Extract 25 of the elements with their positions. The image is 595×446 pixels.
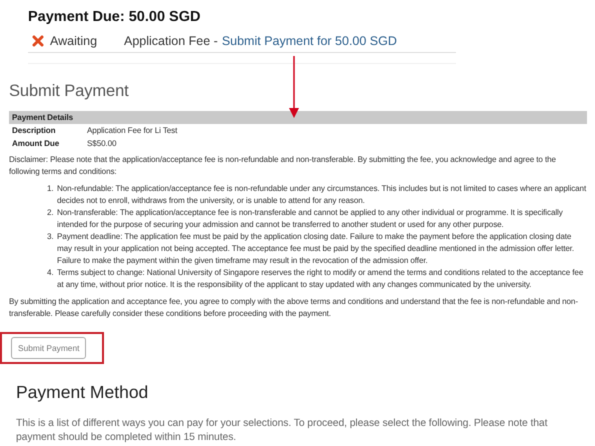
payment-due-title: Payment Due: 50.00 SGD [28,9,202,25]
fee-label: Application Fee - [124,34,218,48]
term-item: Payment deadline: The application fee must be paid by the application closing date. Failure to make the payment before the application closing date may result in your application not being accepted. The acceptance fee must be paid by the specified deadline mentioned in the admission offer letter. Failure to make the payment within the given timeframe may result in the revocation of the admission offer. [57,231,576,267]
status-label: Awaiting [50,34,98,48]
detail-label: Description [12,125,56,137]
detail-value: Application Fee for Li Test [87,125,178,137]
annotation-arrow [289,56,299,118]
section-title: Payment Method [16,382,150,403]
term-number: 1. [47,183,55,195]
section-title: Submit Payment [9,81,130,101]
term-item: Non-transferable: The application/acceptance fee is non-transferable and cannot be applied to any other individual or programme. It is specifically intended for the purpose of securing your admission and cannot be transferred to another student or used for any other purpose. [57,207,564,231]
submit-payment-link[interactable]: Submit Payment for 50.00 SGD [222,34,397,48]
disclaimer-text: Disclaimer: Please note that the application/acceptance fee is non-refundable and non-transferable. By submitting the fee, you acknowledge and agree to the following terms and conditions: [9,154,557,178]
term-item: Terms subject to change: National University of Singapore reserves the right to modify or amend the terms and conditions related to the acceptance fee at any time, without prior notice. It is the responsibility of the applicant to stay updated with any changes communicated by the university. [57,267,584,291]
closing-text: By submitting the application and acceptance fee, you agree to comply with the above terms and conditions and understand that the fee is non-refundable and non-transferable. Please carefully consider these conditions before proceeding with the payment. [9,296,579,320]
detail-label: Amount Due [12,138,60,150]
method-description: This is a list of different ways you can pay for your selections. To proceed, please select the following. Please note that payment should be completed within 15 minutes. [16,417,548,444]
term-number: 4. [47,267,55,279]
cross-icon [32,35,44,47]
details-header: Payment Details [9,111,587,124]
detail-value: S$50.00 [87,138,116,150]
term-number: 2. [47,207,55,219]
submit-payment-button[interactable]: Submit Payment [11,337,86,359]
term-item: Non-refundable: The application/acceptance fee is non-refundable under any circumstances. This includes but is not limited to cases where an applicant decides not to enroll, withdraws from the university, or is unable to attend for any reason. [57,183,587,207]
term-number: 3. [47,231,55,243]
